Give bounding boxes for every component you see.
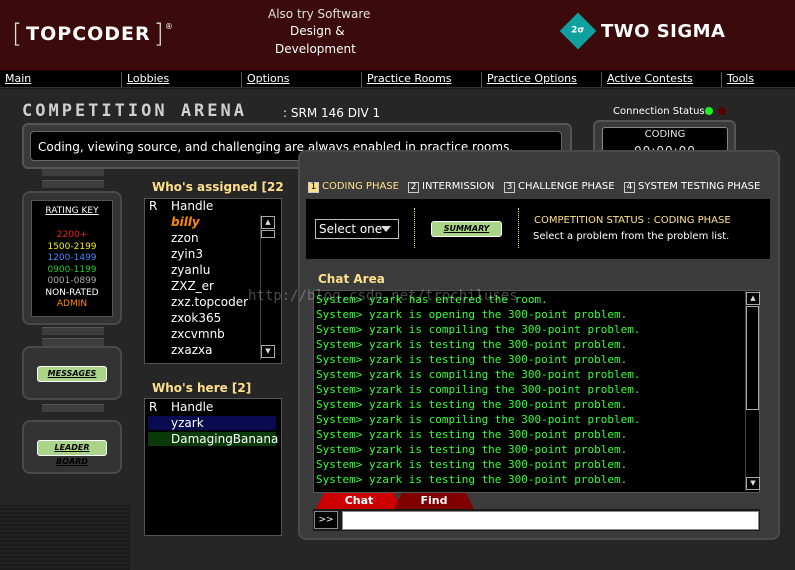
chat-message: System> yzark is opening the 300-point p… (316, 308, 628, 321)
summary-button[interactable]: SUMMARY (431, 221, 502, 237)
pipe-decoration (42, 327, 104, 335)
menu-bar: Main Lobbies Options Practice Rooms Prac… (0, 71, 795, 88)
rating-key-title: RATING KEY (45, 206, 99, 216)
chat-message: System> yzark is testing the 300-point p… (316, 473, 628, 486)
assigned-list-title: Who's assigned [2298 (152, 180, 284, 194)
phase-number: 4 (624, 182, 635, 193)
chat-message: System> yzark is compiling the 300-point… (316, 368, 641, 381)
menu-active-contests[interactable]: Active Contests (601, 72, 693, 87)
chat-message: System> yzark is testing the 300-point p… (316, 398, 628, 411)
leaderboard-button[interactable]: LEADER BOARD (37, 440, 107, 466)
phase-number: 1 (308, 182, 319, 193)
menu-practice-options[interactable]: Practice Options (481, 72, 577, 87)
assigned-row[interactable]: billy (171, 215, 200, 229)
tab-find[interactable]: Find (394, 493, 474, 509)
rating-key-level: 1200-1499 (47, 253, 97, 263)
here-list-title: Who's here [2] (152, 381, 252, 395)
watermark: http://blog.csdn.net/trochiluses (248, 288, 518, 304)
connection-status-label: Connection Status: (613, 106, 708, 117)
phase-label: CHALLENGE PHASE (518, 181, 615, 192)
chat-message: System> yzark is compiling the 300-point… (316, 323, 641, 336)
menu-main[interactable]: Main (0, 72, 31, 87)
room-label: : SRM 146 DIV 1 (283, 106, 381, 120)
assigned-row[interactable]: zzon (171, 231, 199, 245)
pipe-decoration (42, 404, 104, 412)
connection-status-green-icon (705, 107, 713, 115)
timer-phase-label: CODING (644, 129, 686, 140)
phase-label: CODING PHASE (322, 181, 399, 192)
menu-lobbies[interactable]: Lobbies (121, 72, 169, 87)
pipe-decoration (42, 338, 104, 346)
tab-chat[interactable]: Chat (316, 493, 402, 509)
chat-scroll-thumb[interactable] (746, 306, 759, 410)
competition-status: COMPETITION STATUS : CODING PHASE (534, 215, 731, 226)
rating-key-level: ADMIN (56, 299, 88, 309)
divider (414, 208, 415, 248)
chat-message: System> yzark is testing the 300-point p… (316, 338, 628, 351)
assigned-col-handle[interactable]: Handle (171, 199, 213, 213)
topcoder-logo-text: TOPCODER (26, 23, 151, 45)
chat-message: System> yzark is testing the 300-point p… (316, 443, 628, 456)
two-sigma-logo[interactable]: 2σ TWO SIGMA (559, 12, 726, 50)
rating-key-level: NON-RATED (45, 287, 99, 298)
phase-label: SYSTEM TESTING PHASE (638, 181, 761, 192)
chat-message: System> yzark is testing the 300-point p… (316, 458, 628, 471)
phase-label: INTERMISSION (422, 181, 495, 192)
divider (518, 208, 519, 248)
scroll-down-icon[interactable]: ▼ (746, 477, 760, 490)
here-row[interactable]: yzark (148, 416, 276, 430)
assigned-row[interactable]: ZXZ_er (171, 279, 214, 293)
scroll-up-icon[interactable]: ▲ (261, 216, 275, 229)
arena-title: COMPETITION ARENA (22, 101, 247, 121)
messages-button[interactable]: MESSAGES (37, 366, 107, 382)
assigned-row[interactable]: zyin3 (171, 247, 203, 261)
chevron-down-icon[interactable] (381, 226, 391, 232)
scroll-thumb[interactable] (261, 230, 275, 238)
menu-tools[interactable]: Tools (721, 72, 754, 87)
here-col-rating[interactable]: R (149, 400, 157, 414)
pipe-decoration (42, 180, 104, 188)
two-sigma-text: TWO SIGMA (601, 20, 726, 42)
phase-indicator: 2 INTERMISSION (408, 181, 494, 193)
menu-options[interactable]: Options (241, 72, 289, 87)
rating-key-level: 0900-1199 (47, 264, 97, 275)
pipe-decoration (42, 168, 104, 176)
assigned-row[interactable]: zxz.topcoder (171, 295, 248, 309)
assigned-row[interactable]: zyanlu (171, 263, 210, 277)
background-decoration (0, 505, 130, 570)
here-col-handle[interactable]: Handle (171, 400, 213, 414)
chat-input[interactable] (342, 511, 759, 530)
phase-number: 3 (504, 182, 515, 193)
topcoder-logo[interactable]: [TOPCODER] ® (12, 19, 174, 49)
ad-text-line3[interactable]: Development (275, 42, 356, 56)
send-button[interactable]: >> (314, 511, 338, 529)
chat-area-title: Chat Area (318, 272, 385, 286)
assigned-col-rating[interactable]: R (149, 199, 157, 213)
assigned-row[interactable]: zxazxa (171, 343, 213, 357)
rating-key-level: 1500-2199 (47, 241, 97, 252)
chat-message: System> yzark is compiling the 300-point… (316, 413, 641, 426)
scroll-down-icon[interactable]: ▼ (261, 345, 275, 358)
ad-text-line2[interactable]: Design & (290, 24, 345, 38)
phase-indicator: 1 CODING PHASE (308, 181, 399, 193)
assigned-row[interactable]: zxok365 (171, 311, 221, 325)
phase-indicator: 3 CHALLENGE PHASE (504, 181, 615, 193)
phase-indicator: 4 SYSTEM TESTING PHASE (624, 181, 760, 193)
assigned-row[interactable]: zxcvmnb (171, 327, 225, 341)
chat-message: System> yzark is testing the 300-point p… (316, 428, 628, 441)
menu-practice-rooms[interactable]: Practice Rooms (361, 72, 452, 87)
chat-message: System> yzark is compiling the 300-point… (316, 383, 641, 396)
two-sigma-icon: 2σ (559, 12, 597, 50)
phase-number: 2 (408, 182, 419, 193)
scroll-up-icon[interactable]: ▲ (746, 292, 760, 305)
chat-message: System> yzark is testing the 300-point p… (316, 353, 628, 366)
problem-hint: Select a problem from the problem list. (533, 231, 730, 242)
connection-status-red-icon (718, 107, 726, 115)
rating-key-level: 2200+ (56, 230, 88, 240)
ad-text-line1[interactable]: Also try Software (268, 7, 370, 21)
rating-key-level: 0001-0899 (47, 276, 97, 286)
here-row[interactable]: DamagingBanana (148, 432, 278, 446)
